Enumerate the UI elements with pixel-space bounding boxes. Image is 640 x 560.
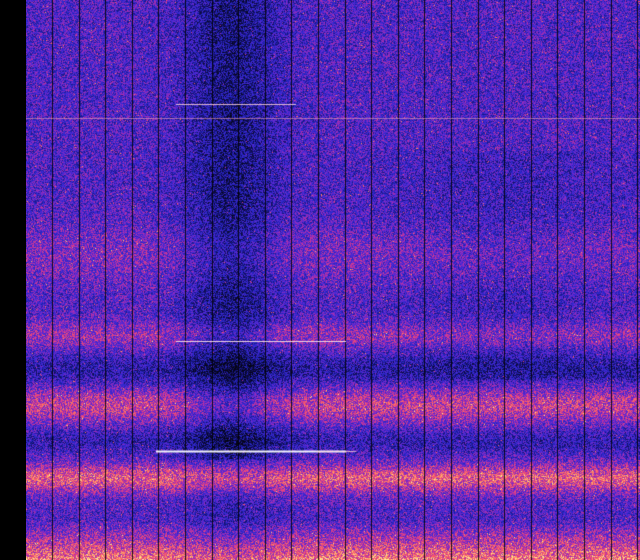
left-border-strip — [0, 0, 26, 560]
spectrogram-viewport — [0, 0, 640, 560]
spectrogram-waterfall — [26, 0, 640, 560]
